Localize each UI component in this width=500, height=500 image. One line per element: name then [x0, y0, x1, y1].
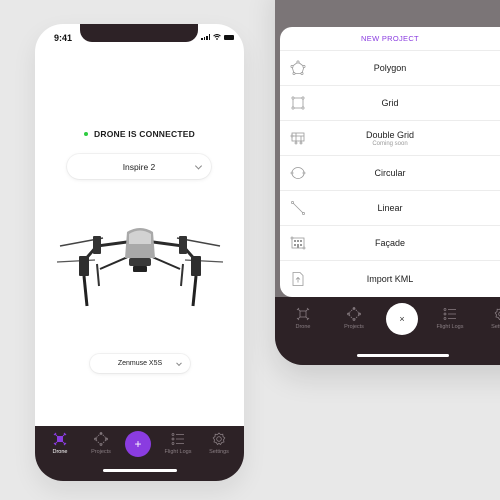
tab-label: Settings: [491, 324, 500, 330]
tab-flight-logs[interactable]: Flight Logs: [430, 307, 470, 330]
signal-icon: [201, 34, 210, 40]
connected-dot-icon: [84, 132, 89, 136]
drone-model-value: Inspire 2: [122, 161, 156, 172]
option-double-grid[interactable]: Double Grid Coming soon: [280, 121, 500, 156]
home-indicator[interactable]: [102, 469, 177, 472]
tab-drone[interactable]: Drone: [40, 432, 80, 455]
new-project-sheet: NEW PROJECT Polygon Grid Double Grid Com…: [280, 27, 500, 297]
tab-label: Settings: [209, 449, 229, 455]
tab-flight-logs[interactable]: Flight Logs: [158, 432, 198, 455]
tab-settings[interactable]: Settings: [199, 432, 239, 455]
tab-bar: Drone Projects + Flight Logs Settings: [35, 426, 244, 481]
import-kml-icon: [292, 271, 304, 286]
camera-model-value: Zenmuse X5S: [117, 360, 163, 367]
double-grid-icon: [290, 132, 305, 145]
camera-model-select[interactable]: Zenmuse X5S: [90, 354, 190, 373]
option-label: Circular: [374, 168, 406, 178]
option-label: Double Grid: [365, 129, 415, 140]
option-label: Polygon: [373, 63, 407, 73]
drone-image: [56, 228, 224, 307]
option-circular[interactable]: Circular: [280, 156, 500, 191]
option-import-kml[interactable]: Import KML: [280, 261, 500, 296]
tab-drone[interactable]: Drone: [283, 307, 323, 330]
battery-icon: [224, 34, 234, 40]
option-facade[interactable]: Façade: [280, 226, 500, 261]
grid-icon: [291, 96, 305, 110]
notch: [80, 24, 198, 42]
option-sublabel: Coming soon: [372, 140, 408, 147]
option-label: Grid: [381, 98, 399, 108]
tab-label: Projects: [91, 449, 111, 455]
facade-icon: [290, 236, 306, 250]
add-project-button[interactable]: +: [125, 431, 151, 457]
tab-projects[interactable]: Projects: [334, 307, 374, 330]
drone-icon: [296, 307, 310, 321]
status-time: 9:41: [54, 33, 73, 43]
flight-logs-icon: [443, 308, 456, 320]
drone-model-select[interactable]: Inspire 2: [67, 154, 211, 179]
option-grid[interactable]: Grid: [280, 86, 500, 121]
projects-icon: [94, 432, 108, 446]
projects-icon: [347, 307, 361, 321]
tab-label: Drone: [295, 324, 311, 330]
tab-projects[interactable]: Projects: [81, 432, 121, 455]
settings-icon: [494, 308, 500, 321]
flight-logs-icon: [171, 433, 184, 445]
tab-label: Flight Logs: [436, 324, 464, 330]
connection-status: DRONE IS CONNECTED: [35, 129, 244, 139]
status-icons: [201, 34, 234, 40]
option-linear[interactable]: Linear: [280, 191, 500, 226]
tab-label: Drone: [52, 449, 68, 455]
polygon-icon: [290, 60, 306, 75]
drone-screen: 9:41 DRONE IS CONNECTED Inspire 2 Zenmus…: [35, 24, 244, 481]
circular-icon: [290, 167, 306, 179]
option-polygon[interactable]: Polygon: [280, 51, 500, 86]
chevron-down-icon: [176, 359, 182, 366]
settings-icon: [212, 432, 226, 446]
close-button[interactable]: ×: [386, 303, 418, 335]
option-label: Import KML: [366, 273, 414, 284]
wifi-icon: [213, 34, 221, 40]
option-label: Linear: [377, 203, 403, 213]
sheet-title: NEW PROJECT: [280, 27, 500, 51]
home-indicator[interactable]: [357, 354, 449, 357]
tab-label: Projects: [344, 324, 364, 330]
chevron-down-icon: [194, 161, 203, 170]
drone-icon: [53, 432, 67, 446]
new-project-screen: NEW PROJECT Polygon Grid Double Grid Com…: [275, 0, 500, 365]
tab-label: Flight Logs: [164, 449, 192, 455]
tab-settings[interactable]: Settings: [481, 307, 500, 330]
linear-icon: [291, 201, 305, 215]
option-label: Façade: [374, 238, 406, 248]
tab-bar: Drone Projects × Flight Logs Settings: [275, 297, 500, 365]
connection-status-text: DRONE IS CONNECTED: [94, 129, 195, 139]
